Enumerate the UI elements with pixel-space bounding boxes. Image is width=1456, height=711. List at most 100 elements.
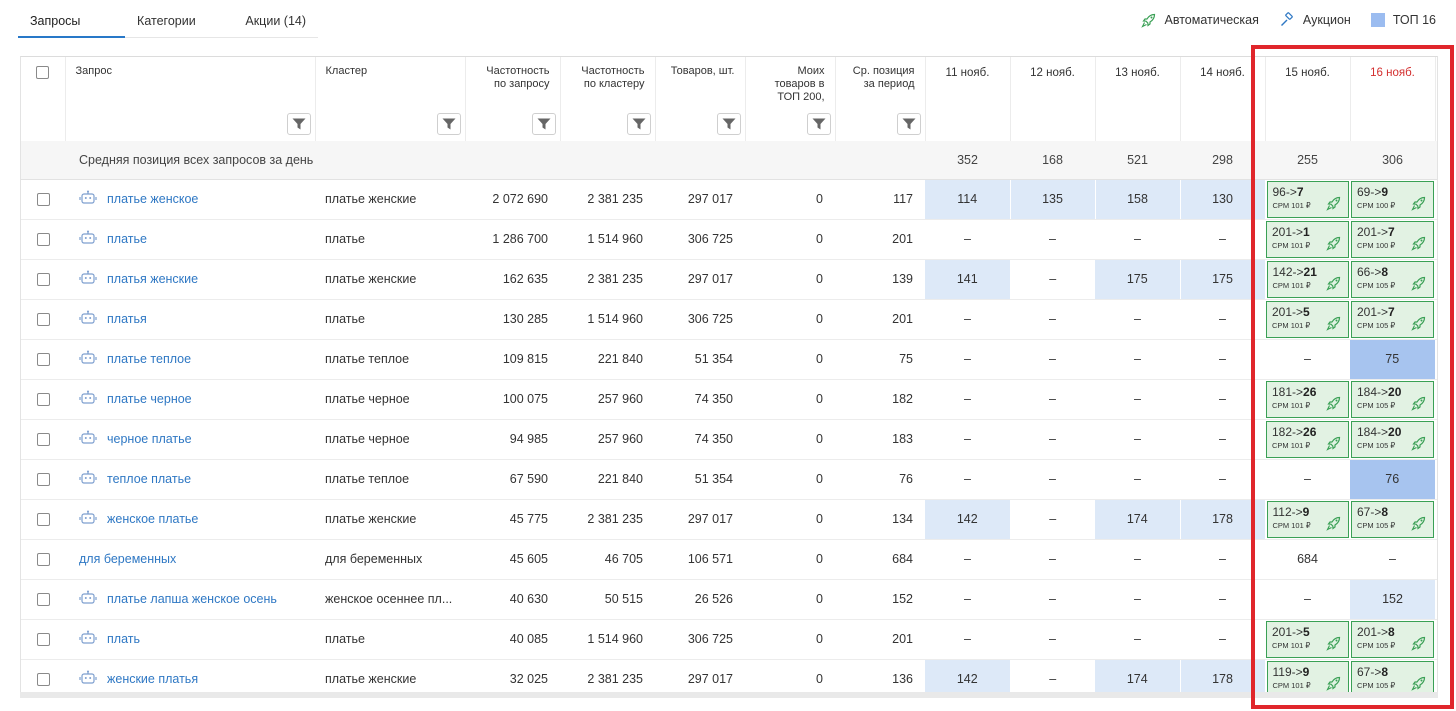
campaign-box[interactable]: 67->8 CPM 105 ₽ (1351, 660, 1434, 692)
header-date-14[interactable]: 14 нояб. (1180, 57, 1266, 141)
row-checkbox[interactable] (36, 353, 50, 367)
query-link[interactable]: плать (107, 632, 140, 646)
row-checkbox[interactable] (36, 233, 50, 247)
query-link[interactable]: платье женское (107, 192, 198, 206)
filter-query-button[interactable] (286, 113, 311, 135)
row-select-cell[interactable] (21, 659, 65, 692)
row-select-cell[interactable] (21, 459, 65, 500)
row-checkbox[interactable] (36, 633, 50, 647)
row-select-cell[interactable] (21, 419, 65, 460)
campaign-box[interactable]: 142->21 CPM 101 ₽ (1266, 260, 1349, 298)
position-cell-16[interactable]: 76 (1350, 459, 1436, 500)
position-cell-16[interactable]: 66->8 CPM 105 ₽ (1350, 259, 1435, 300)
query-link[interactable]: для беременных (79, 552, 176, 566)
position-cell-16[interactable]: 184->20 CPM 105 ₽ (1350, 379, 1435, 420)
position-cell-15[interactable]: 119->9 CPM 101 ₽ (1265, 659, 1350, 692)
position-cell-15[interactable]: 201->5 CPM 101 ₽ (1265, 299, 1350, 340)
header-date-11[interactable]: 11 нояб. (925, 57, 1011, 141)
query-link[interactable]: платье (107, 232, 147, 246)
campaign-box[interactable]: 181->26 CPM 101 ₽ (1266, 380, 1349, 418)
row-select-cell[interactable] (21, 259, 65, 300)
row-select-cell[interactable] (21, 299, 65, 340)
position-cell-15[interactable]: – (1265, 579, 1350, 620)
tab-categories[interactable]: Категории (14) (125, 0, 233, 70)
position-cell-15[interactable]: 96->7 CPM 101 ₽ (1265, 179, 1350, 220)
campaign-box[interactable]: 201->5 CPM 101 ₽ (1266, 300, 1349, 338)
campaign-box[interactable]: 201->1 CPM 101 ₽ (1266, 220, 1349, 258)
position-cell-16[interactable]: 201->8 CPM 105 ₽ (1350, 619, 1435, 660)
campaign-box[interactable]: 201->7 CPM 105 ₽ (1351, 300, 1434, 338)
header-my-goods[interactable]: Моих товаров в ТОП 200, (745, 57, 836, 141)
tab-promotions[interactable]: Акции (14) (233, 0, 318, 38)
row-select-cell[interactable] (21, 499, 65, 540)
position-cell-16[interactable]: 75 (1350, 339, 1436, 380)
query-link[interactable]: платье лапша женское осень (107, 592, 277, 606)
position-cell-16[interactable]: 201->7 CPM 105 ₽ (1350, 299, 1435, 340)
campaign-box[interactable]: 112->9 CPM 101 ₽ (1266, 500, 1349, 538)
header-date-13[interactable]: 13 нояб. (1095, 57, 1181, 141)
filter-goods-button[interactable] (716, 113, 741, 135)
filter-avg-pos-button[interactable] (896, 113, 921, 135)
campaign-box[interactable]: 184->20 CPM 105 ₽ (1351, 420, 1434, 458)
query-link[interactable]: платья женские (107, 272, 198, 286)
header-goods[interactable]: Товаров, шт. (655, 57, 746, 141)
filter-my-goods-button[interactable] (806, 113, 831, 135)
campaign-box[interactable]: 119->9 CPM 101 ₽ (1266, 660, 1349, 692)
row-checkbox[interactable] (36, 313, 50, 327)
campaign-box[interactable]: 182->26 CPM 101 ₽ (1266, 420, 1349, 458)
header-avg-pos[interactable]: Ср. позиция за период (835, 57, 926, 141)
campaign-box[interactable]: 184->20 CPM 105 ₽ (1351, 380, 1434, 418)
query-link[interactable]: платья (107, 312, 147, 326)
row-select-cell[interactable] (21, 579, 65, 620)
query-link[interactable]: женское платье (107, 512, 198, 526)
position-cell-16[interactable]: 69->9 CPM 100 ₽ (1350, 179, 1435, 220)
query-link[interactable]: теплое платье (107, 472, 191, 486)
header-freq-query[interactable]: Частотность по запросу (465, 57, 561, 141)
row-checkbox[interactable] (36, 473, 50, 487)
position-cell-16[interactable]: 67->8 CPM 105 ₽ (1350, 499, 1435, 540)
campaign-box[interactable]: 201->8 CPM 105 ₽ (1351, 620, 1434, 658)
query-link[interactable]: женские платья (107, 672, 198, 686)
header-freq-cluster[interactable]: Частотность по кластеру (560, 57, 656, 141)
row-select-cell[interactable] (21, 379, 65, 420)
row-checkbox[interactable] (36, 273, 50, 287)
row-checkbox[interactable] (36, 673, 50, 687)
query-link[interactable]: черное платье (107, 432, 192, 446)
position-cell-16[interactable]: 184->20 CPM 105 ₽ (1350, 419, 1435, 460)
campaign-box[interactable]: 67->8 CPM 105 ₽ (1351, 500, 1434, 538)
row-select-cell[interactable] (21, 219, 65, 260)
row-checkbox[interactable] (36, 513, 50, 527)
position-cell-15[interactable]: 201->1 CPM 101 ₽ (1265, 219, 1350, 260)
campaign-box[interactable]: 201->7 CPM 100 ₽ (1351, 220, 1434, 258)
row-select-cell[interactable] (21, 339, 65, 380)
row-select-cell[interactable] (21, 539, 65, 580)
campaign-box[interactable]: 66->8 CPM 105 ₽ (1351, 260, 1434, 298)
position-cell-16[interactable]: 67->8 CPM 105 ₽ (1350, 659, 1435, 692)
position-cell-15[interactable]: – (1265, 339, 1350, 380)
filter-freq-cluster-button[interactable] (626, 113, 651, 135)
position-cell-15[interactable]: – (1265, 459, 1350, 500)
horizontal-scrollbar[interactable] (20, 692, 1438, 698)
position-cell-15[interactable]: 142->21 CPM 101 ₽ (1265, 259, 1350, 300)
row-select-cell[interactable] (21, 179, 65, 220)
campaign-box[interactable]: 201->5 CPM 101 ₽ (1266, 620, 1349, 658)
query-link[interactable]: платье черное (107, 392, 192, 406)
select-all-checkbox[interactable] (36, 66, 50, 79)
campaign-box[interactable]: 96->7 CPM 101 ₽ (1266, 180, 1349, 218)
header-date-15[interactable]: 15 нояб. (1265, 57, 1351, 141)
row-select-cell[interactable] (21, 619, 65, 660)
filter-cluster-button[interactable] (436, 113, 461, 135)
header-select-all[interactable] (21, 57, 66, 141)
row-checkbox[interactable] (36, 193, 50, 207)
position-cell-15[interactable]: 182->26 CPM 101 ₽ (1265, 419, 1350, 460)
position-cell-15[interactable]: 201->5 CPM 101 ₽ (1265, 619, 1350, 660)
position-cell-16[interactable]: 152 (1350, 579, 1435, 620)
position-cell-16[interactable]: – (1350, 539, 1435, 580)
tab-queries[interactable]: Запросы (225) (18, 0, 126, 70)
row-checkbox[interactable] (36, 593, 50, 607)
header-date-16[interactable]: 16 нояб. (1350, 57, 1436, 141)
position-cell-15[interactable]: 112->9 CPM 101 ₽ (1265, 499, 1350, 540)
filter-freq-query-button[interactable] (531, 113, 556, 135)
position-cell-15[interactable]: 684 (1265, 539, 1350, 580)
row-checkbox[interactable] (36, 553, 50, 567)
